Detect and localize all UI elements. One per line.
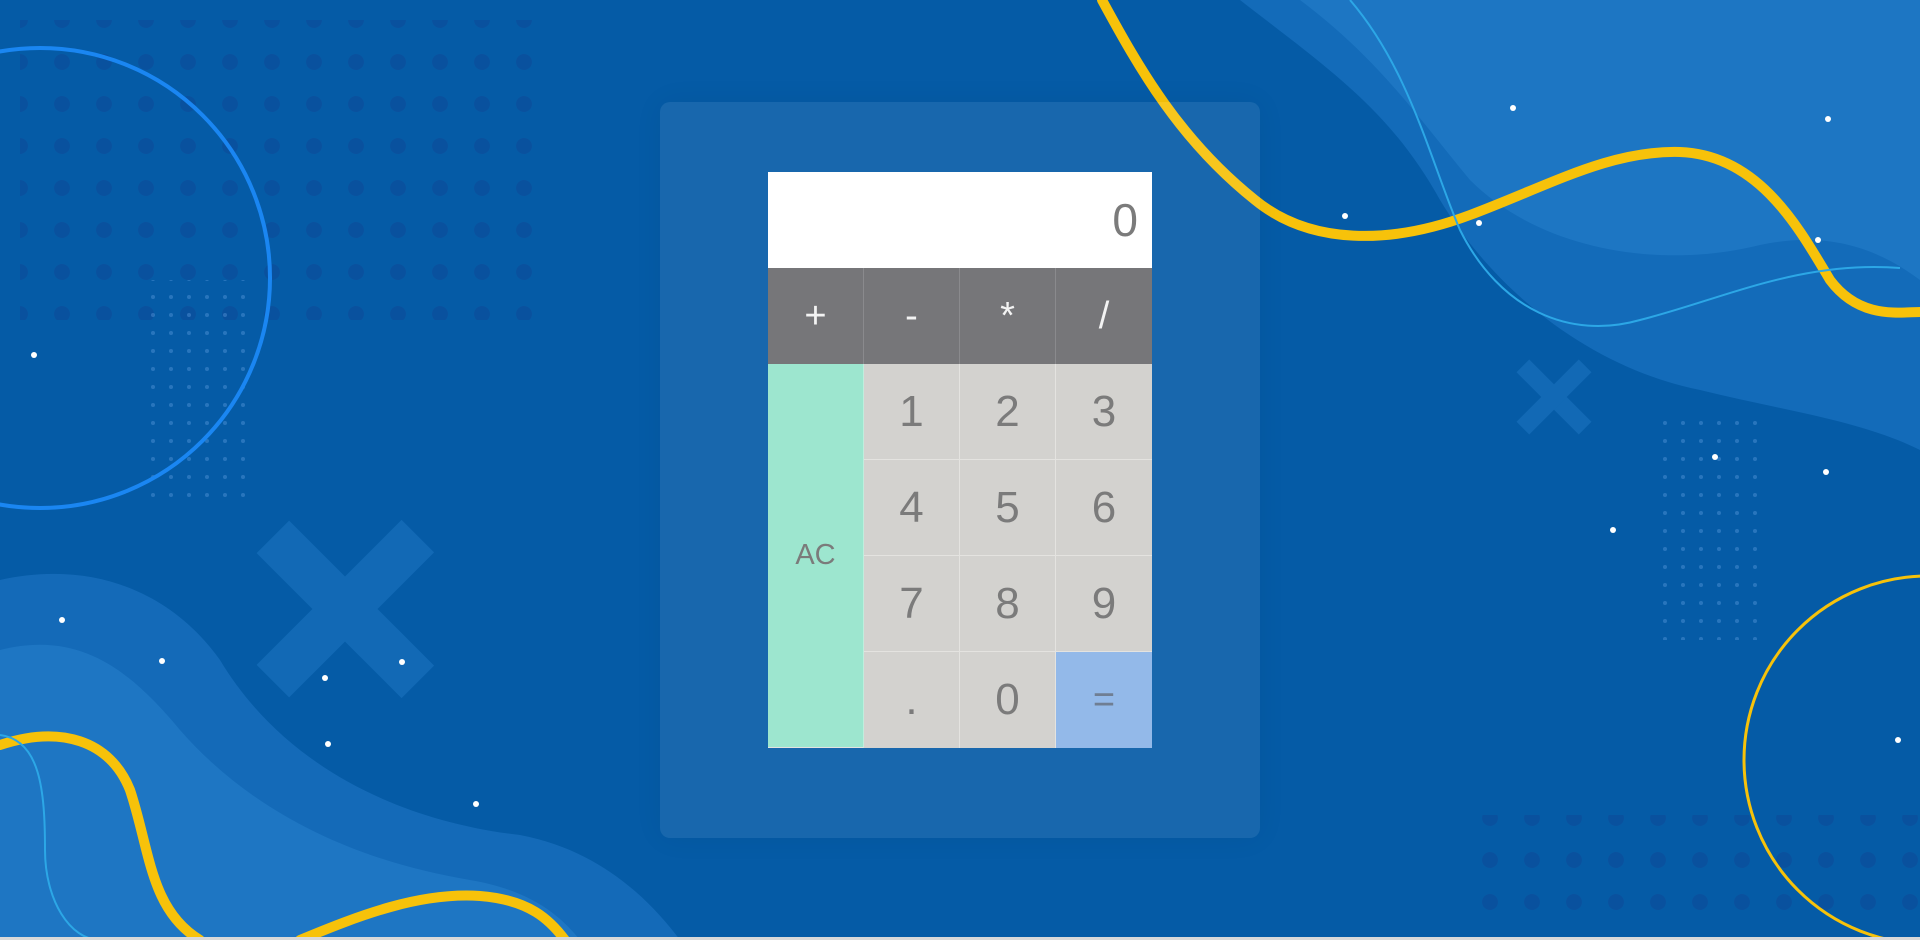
left-small-dot-pattern (145, 280, 245, 500)
decimal-button[interactable]: . (864, 652, 960, 748)
equals-button[interactable]: = (1056, 652, 1152, 748)
digit-7-button[interactable]: 7 (864, 556, 960, 652)
bottom-right-dot-pattern (1460, 815, 1920, 935)
digit-5-button[interactable]: 5 (960, 460, 1056, 556)
subtract-button[interactable]: - (864, 268, 960, 364)
add-button[interactable]: + (768, 268, 864, 364)
digit-2-button[interactable]: 2 (960, 364, 1056, 460)
digit-9-button[interactable]: 9 (1056, 556, 1152, 652)
digit-6-button[interactable]: 6 (1056, 460, 1152, 556)
calculator: 0 + - * / AC 1 2 3 4 5 6 7 8 9 . 0 = (768, 172, 1152, 748)
divide-button[interactable]: / (1056, 268, 1152, 364)
digit-1-button[interactable]: 1 (864, 364, 960, 460)
right-small-dot-pattern (1650, 420, 1760, 640)
digit-4-button[interactable]: 4 (864, 460, 960, 556)
clear-button[interactable]: AC (768, 364, 864, 748)
digit-3-button[interactable]: 3 (1056, 364, 1152, 460)
digit-8-button[interactable]: 8 (960, 556, 1056, 652)
top-left-dot-pattern (20, 20, 540, 320)
multiply-button[interactable]: * (960, 268, 1056, 364)
digit-0-button[interactable]: 0 (960, 652, 1056, 748)
calculator-display: 0 (768, 172, 1152, 268)
